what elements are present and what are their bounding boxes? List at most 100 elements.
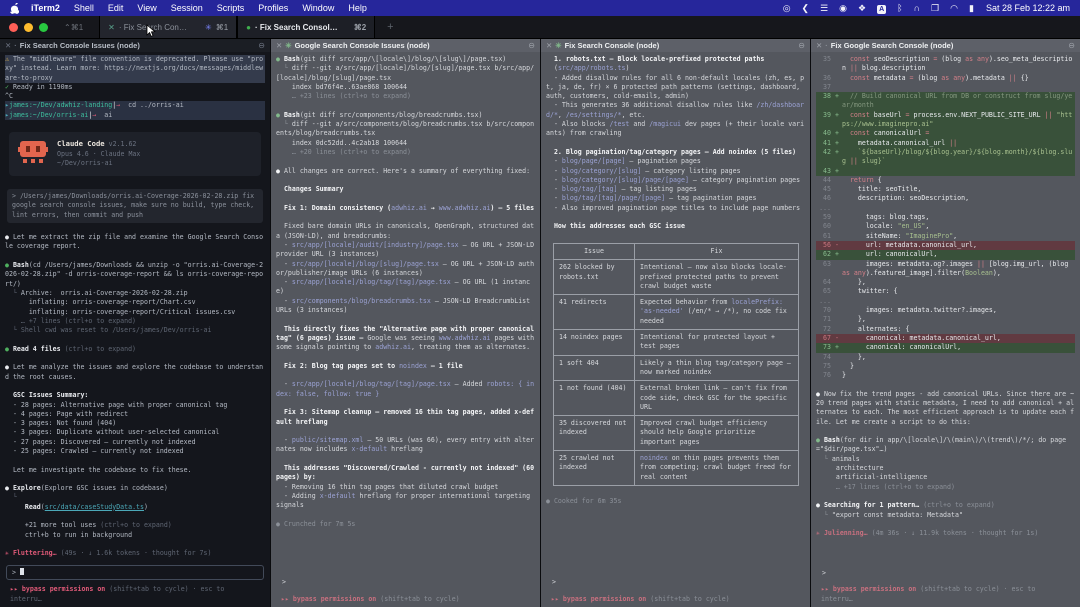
blank-line <box>546 232 805 241</box>
terminal-line: ⚠ The "middleware" file convention is de… <box>5 55 265 83</box>
terminal-line: How this addresses each GSC issue <box>546 222 805 231</box>
pane-minimize-icon[interactable]: ⊖ <box>528 41 535 50</box>
headphones-icon[interactable]: ∩ <box>914 3 920 13</box>
code-line: 61 siteName: "ImaginePro", <box>816 232 1075 241</box>
pane-close-icon[interactable]: ✕ <box>546 41 552 50</box>
fix-cell: External broken link — can't fix from co… <box>635 381 799 416</box>
new-tab-button[interactable]: + <box>387 21 393 33</box>
stage-manager-icon[interactable]: ❐ <box>931 3 939 14</box>
pane-google-search-console-issues[interactable]: ✕ ✳ Google Search Console Issues (node) … <box>270 39 540 607</box>
battery-icon[interactable]: ▮ <box>969 3 974 14</box>
play-circle-icon[interactable]: ◉ <box>839 3 847 14</box>
pane-close-icon[interactable]: ✕ <box>816 41 822 50</box>
permissions-status[interactable]: ▸▸ bypass permissions on (shift+tab to c… <box>276 592 535 604</box>
input-source-icon[interactable]: A <box>877 5 886 14</box>
tab-fix-search-console-issues[interactable]: ✕ · Fix Search Con… ✳ ⌘1 <box>99 16 237 38</box>
table-header: Fix <box>635 243 799 259</box>
menu-item-scripts[interactable]: Scripts <box>217 3 245 13</box>
terminal-line: - 25 pages: Crawled – currently not inde… <box>5 447 265 456</box>
menu-item-help[interactable]: Help <box>348 3 367 13</box>
pane-header: ✕ · Fix Google Search Console (node) ⊖ <box>811 39 1080 52</box>
terminal-line: - src/app/[locale]/blog/tag/[tag]/page.t… <box>276 278 535 297</box>
terminal-line: - Also improved pagination page titles t… <box>546 204 805 213</box>
blank-line <box>546 213 805 222</box>
blank-line <box>276 399 535 408</box>
zoom-window-button[interactable] <box>39 23 48 32</box>
blank-line <box>816 520 1075 529</box>
record-icon[interactable]: ◎ <box>783 3 791 14</box>
code-line: 72 alternates: { <box>816 325 1075 334</box>
blank-line <box>5 252 265 261</box>
pane-minimize-icon[interactable]: ⊖ <box>1068 41 1075 50</box>
menu-item-session[interactable]: Session <box>171 3 203 13</box>
permissions-status[interactable]: ▸▸ bypass permissions on (shift+tab to c… <box>816 582 1075 604</box>
prompt-input[interactable]: > <box>6 565 264 581</box>
terminal-output: ⚠ The "middleware" file convention is de… <box>0 52 270 562</box>
pane-close-icon[interactable]: ✕ <box>5 41 11 50</box>
menu-lines-icon[interactable]: ☰ <box>820 3 828 14</box>
pane-close-icon[interactable]: ✕ <box>276 41 282 50</box>
pane-fix-search-console[interactable]: ✕ ✳ Fix Search Console (node) ⊖ 1. robot… <box>540 39 810 607</box>
code-line: 59 tags: blog.tags, <box>816 213 1075 222</box>
text-cursor <box>20 568 24 576</box>
prompt-input[interactable]: > <box>277 576 534 589</box>
pane-header: ✕ ✳ Fix Search Console (node) ⊖ <box>541 39 810 52</box>
terminal-line: - 3 pages: Duplicate without user-select… <box>5 428 265 437</box>
pane-minimize-icon[interactable]: ⊖ <box>798 41 805 50</box>
blank-line <box>5 335 265 344</box>
terminal-line: └ diff --git a/src/components/blog/bread… <box>276 120 535 139</box>
pane-fix-google-search-console[interactable]: ✕ · Fix Google Search Console (node) ⊖ 3… <box>810 39 1080 607</box>
tab-bar: ⌃⌘1 ✕ · Fix Search Con… ✳ ⌘1 ● · Fix Sea… <box>0 16 1080 39</box>
blank-line <box>276 157 535 166</box>
minimize-window-button[interactable] <box>24 23 33 32</box>
terminal-line: └ animals <box>816 455 1075 464</box>
terminal-input-area: > ▸▸ bypass permissions on (shift+tab to… <box>811 564 1080 607</box>
terminal-line: └ "export const metadata: Metadata" <box>816 511 1075 520</box>
blank-line <box>5 224 265 233</box>
claude-code-cwd: ~/Dev/orris-ai <box>57 159 140 169</box>
table-header: Issue <box>554 243 635 259</box>
pane-minimize-icon[interactable]: ⊖ <box>258 41 265 50</box>
prompt-input[interactable]: > <box>817 567 1074 580</box>
menu-item-window[interactable]: Window <box>302 3 334 13</box>
terminal-line: ● Read 4 files (ctrl+o to expand) <box>5 345 265 354</box>
terminal-line: ✳ Julienning… (4m 36s · ↓ 11.9k tokens ·… <box>816 529 1075 538</box>
prompt-input[interactable]: > <box>547 576 804 589</box>
close-window-button[interactable] <box>9 23 18 32</box>
terminal-line: └ Shell cwd was reset to /Users/james/De… <box>5 326 265 335</box>
pane-fix-search-console-issues[interactable]: ✕ · Fix Search Console Issues (node) ⊖ ⚠… <box>0 39 270 607</box>
menu-item-iterm2[interactable]: iTerm2 <box>31 3 60 13</box>
back-chevron-icon[interactable]: ❮ <box>802 3 810 14</box>
terminal-line: ● Crunched for 7m 5s <box>276 520 535 529</box>
fix-cell: Improved crawl budget efficiency should … <box>635 416 799 451</box>
permissions-status[interactable]: ▸▸ bypass permissions on (shift+tab to c… <box>546 592 805 604</box>
menu-item-profiles[interactable]: Profiles <box>258 3 288 13</box>
code-line: 60 locale: "en_US", <box>816 222 1075 231</box>
claude-code-model: Opus 4.6 · Claude Max <box>57 150 140 160</box>
bluetooth-icon[interactable]: ᛒ <box>897 3 902 13</box>
wifi-icon[interactable]: ◠ <box>950 3 958 14</box>
issue-cell: 1 soft 404 <box>554 355 635 381</box>
claude-code-version: v2.1.62 <box>109 140 137 148</box>
terminal-input-area: > ▸▸ bypass permissions on (shift+tab to… <box>541 573 810 607</box>
code-line: 74 }, <box>816 353 1075 362</box>
blank-line <box>546 488 805 497</box>
tab-close-icon[interactable]: ✕ <box>108 23 115 32</box>
blank-line <box>5 512 265 521</box>
blank-line <box>276 176 535 185</box>
chat-icon[interactable]: ❖ <box>858 3 866 14</box>
menu-item-view[interactable]: View <box>137 3 156 13</box>
terminal-line: … +20 lines (ctrl+o to expand) <box>276 148 535 157</box>
blank-line <box>276 427 535 436</box>
menu-bar-clock[interactable]: Sat 28 Feb 12:22 am <box>986 3 1070 13</box>
terminal-line: ● Cooked for 6m 35s <box>546 497 805 506</box>
apple-logo-icon[interactable] <box>10 3 19 14</box>
terminal-line: ✓ Ready in 1190ms <box>5 83 265 92</box>
permissions-status[interactable]: ▸▸ bypass permissions on (shift+tab to c… <box>5 582 265 604</box>
code-line: 71 }, <box>816 315 1075 324</box>
tab-fix-search-console[interactable]: ● · Fix Search Consol… ⌘2 <box>237 16 375 38</box>
menu-item-edit[interactable]: Edit <box>108 3 124 13</box>
menu-item-shell[interactable]: Shell <box>74 3 94 13</box>
table-row: 262 blocked by robots.txtIntentional — n… <box>554 260 799 295</box>
menu-bar: iTerm2 Shell Edit View Session Scripts P… <box>0 0 1080 16</box>
